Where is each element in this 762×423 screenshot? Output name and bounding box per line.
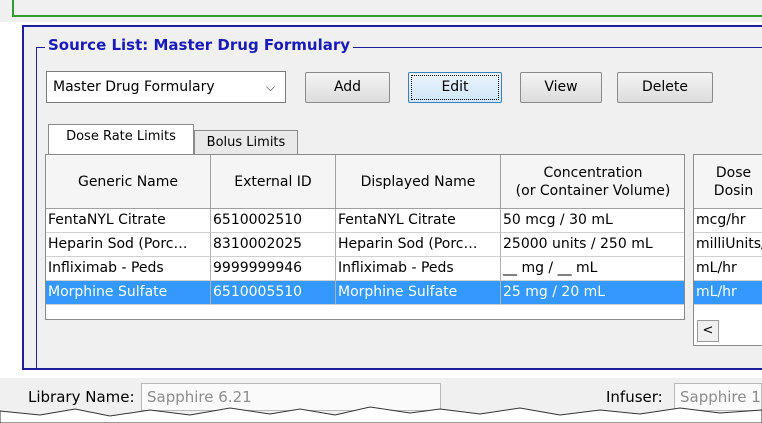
upper-panel-border — [12, 0, 762, 17]
table-row[interactable]: Morphine Sulfate 6510005510 Morphine Sulfa… — [46, 281, 684, 305]
group-title: Source List: Master Drug Formulary — [45, 36, 354, 54]
table-cell: FentaNYL Citrate — [46, 209, 211, 233]
add-button-label: Add — [333, 79, 362, 95]
tab-dose-rate-limits[interactable]: Dose Rate Limits — [48, 124, 194, 154]
infuser-label: Infuser: — [606, 388, 663, 406]
table-cell: Morphine Sulfate — [336, 281, 501, 305]
drug-table: Generic Name External ID Displayed Name … — [45, 154, 685, 320]
table-row[interactable]: FentaNYL Citrate 6510002510 FentaNYL Citra… — [46, 209, 684, 233]
table-cell: 8310002025 — [211, 233, 336, 257]
table-cell: mL/hr — [694, 257, 762, 281]
torn-edge — [0, 406, 762, 423]
table-row[interactable]: mcg/hr — [694, 209, 762, 233]
edit-button[interactable]: Edit — [408, 72, 502, 103]
dose-table-partial: Dose Dosin mcg/hr milliUnits/mL/hr mL/hr — [693, 154, 762, 346]
column-header-dose-dosing[interactable]: Dose Dosin — [694, 155, 762, 209]
table-cell: Infliximab - Peds — [336, 257, 501, 281]
table-row[interactable]: milliUnits/ — [694, 233, 762, 257]
source-list-select-value: Master Drug Formulary — [53, 79, 215, 95]
table-row[interactable]: Infliximab - Peds 9999999946 Infliximab - … — [46, 257, 684, 281]
tab-bolus-limits[interactable]: Bolus Limits — [194, 130, 298, 156]
tab-label: Dose Rate Limits — [66, 129, 176, 144]
source-list-select[interactable]: Master Drug Formulary ⌵ — [46, 71, 286, 103]
table-cell: mcg/hr — [694, 209, 762, 233]
table-cell: FentaNYL Citrate — [336, 209, 501, 233]
view-button-label: View — [544, 79, 578, 95]
partial-table-body: mcg/hr milliUnits/mL/hr mL/hr — [694, 209, 762, 305]
delete-button[interactable]: Delete — [617, 72, 713, 103]
add-button[interactable]: Add — [305, 72, 390, 103]
library-name-label: Library Name: — [28, 388, 135, 406]
table-row[interactable]: mL/hr — [694, 281, 762, 305]
column-header-generic-name[interactable]: Generic Name — [46, 155, 211, 209]
table-cell: 50 mcg / 30 mL — [501, 209, 684, 233]
column-header-concentration[interactable]: Concentration (or Container Volume) — [501, 155, 684, 209]
upper-window-strip — [0, 0, 762, 22]
table-cell: 6510005510 — [211, 281, 336, 305]
table-header: Generic Name External ID Displayed Name … — [46, 155, 684, 209]
edit-button-label: Edit — [441, 79, 469, 95]
column-header-displayed-name[interactable]: Displayed Name — [336, 155, 501, 209]
tab-label: Bolus Limits — [206, 135, 286, 150]
table-cell: 25 mg / 20 mL — [501, 281, 684, 305]
table-cell: __ mg / __ mL — [501, 257, 684, 281]
delete-button-label: Delete — [642, 79, 688, 95]
view-button[interactable]: View — [520, 72, 602, 103]
table-cell: 25000 units / 250 mL — [501, 233, 684, 257]
table-cell: Heparin Sod (Porc… — [336, 233, 501, 257]
table-row[interactable]: Heparin Sod (Porc… 8310002025 Heparin Sod … — [46, 233, 684, 257]
table-cell: 9999999946 — [211, 257, 336, 281]
scroll-left-button[interactable]: < — [697, 320, 719, 342]
table-cell: Morphine Sulfate — [46, 281, 211, 305]
table-cell: milliUnits/ — [694, 233, 762, 257]
app-window: Source List: Master Drug Formulary Maste… — [0, 0, 762, 423]
table-row[interactable]: mL/hr — [694, 257, 762, 281]
table-cell: Infliximab - Peds — [46, 257, 211, 281]
table-cell: 6510002510 — [211, 209, 336, 233]
chevron-down-icon[interactable]: ⌵ — [266, 72, 275, 102]
table-body: FentaNYL Citrate 6510002510 FentaNYL Citra… — [46, 209, 684, 305]
column-header-external-id[interactable]: External ID — [211, 155, 336, 209]
table-cell: Heparin Sod (Porc… — [46, 233, 211, 257]
table-cell: mL/hr — [694, 281, 762, 305]
